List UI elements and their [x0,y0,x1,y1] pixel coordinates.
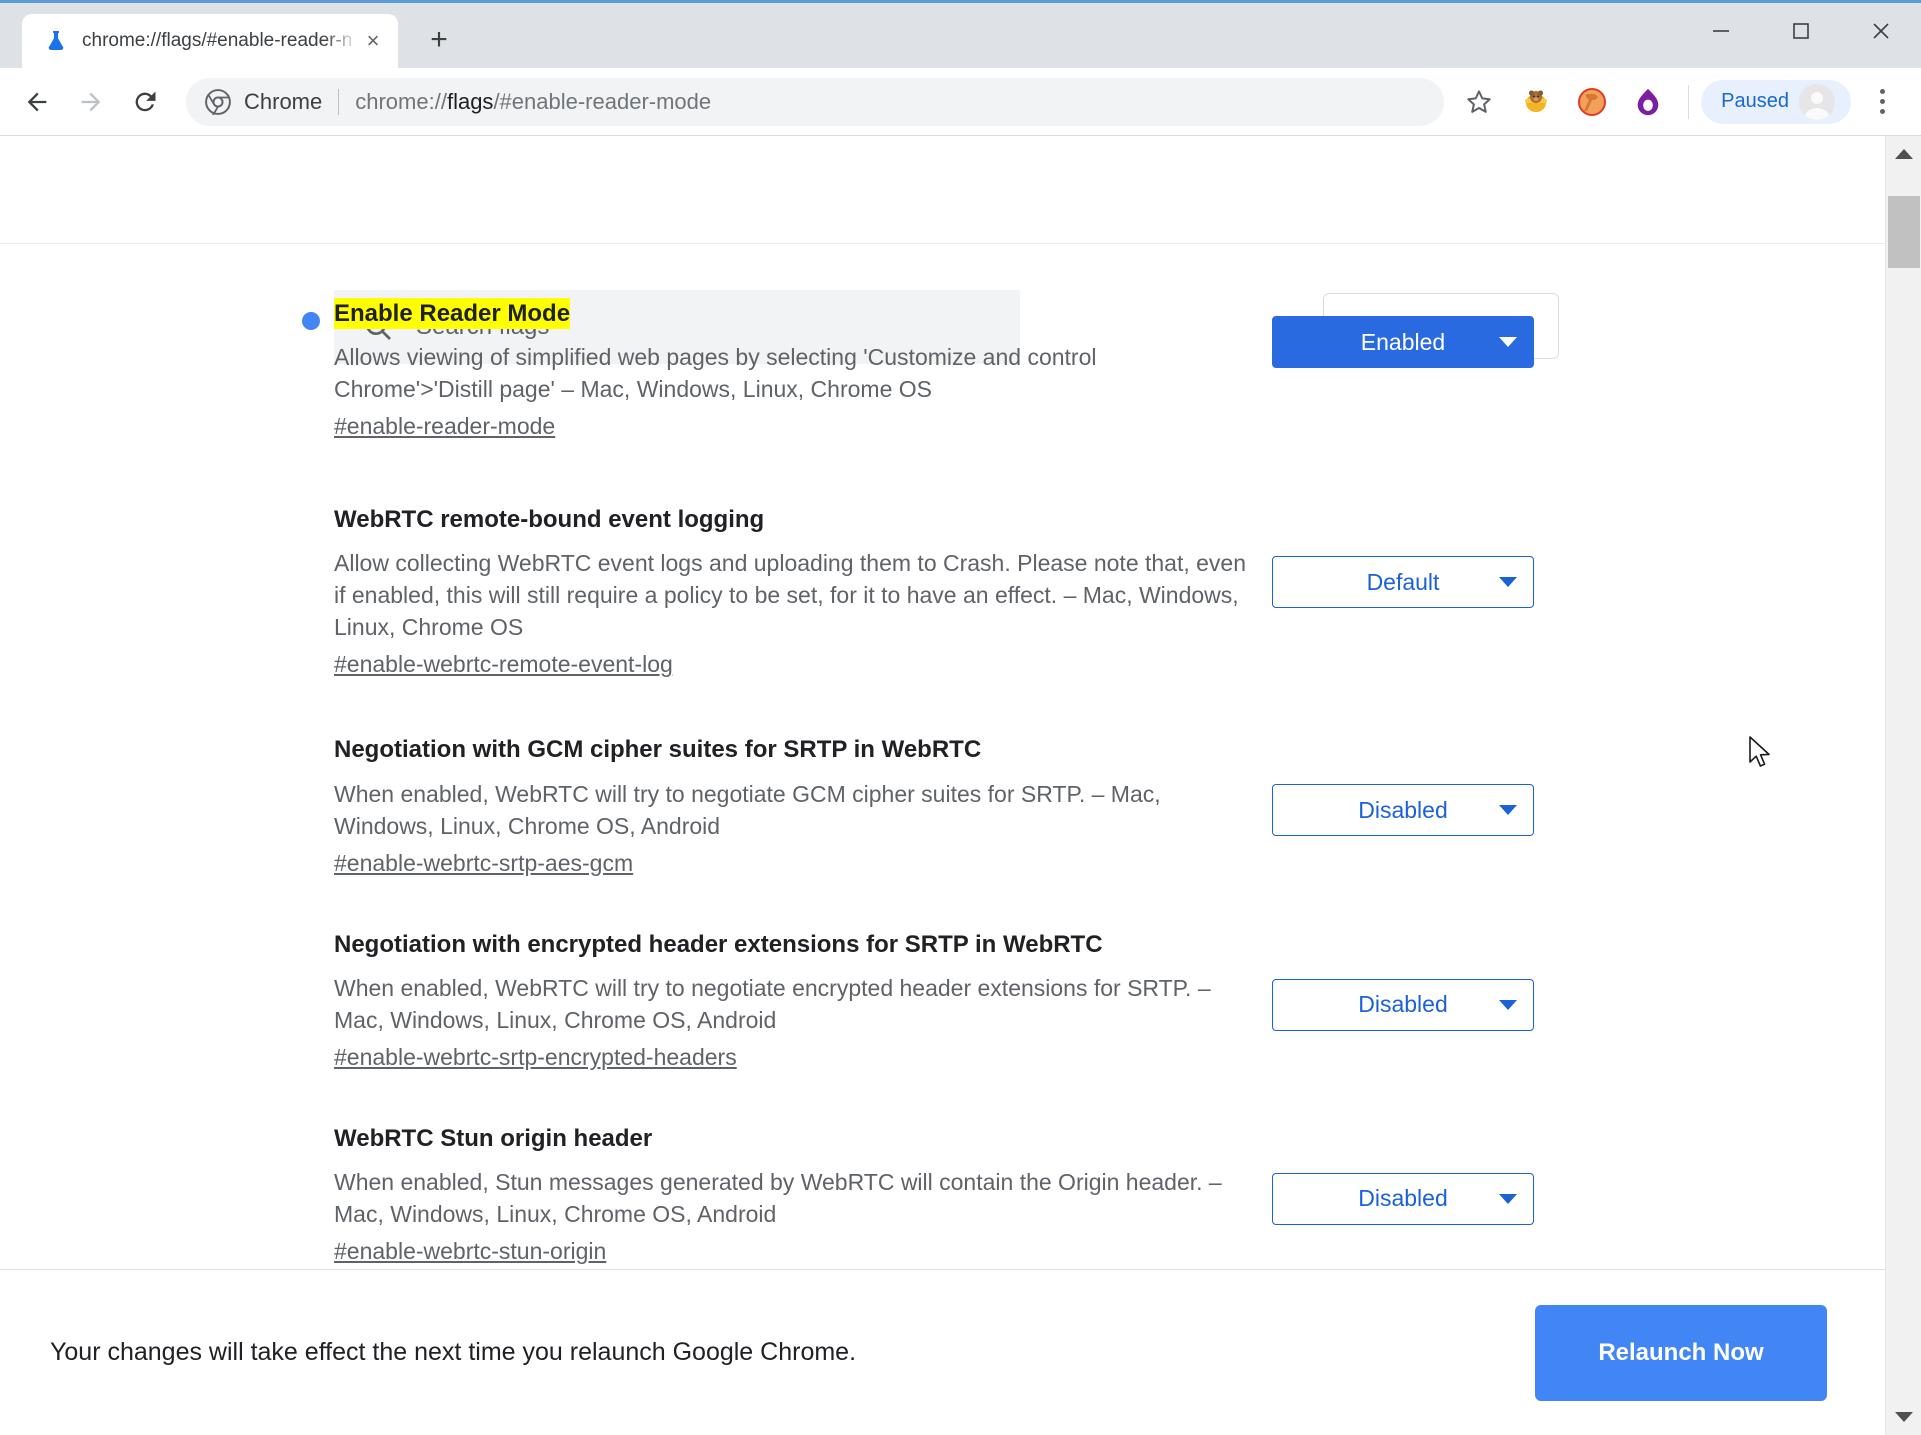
url-path: /#enable-reader-mode [493,88,712,114]
flag-description: When enabled, Stun messages generated by… [334,1168,1222,1227]
omnibox-divider [338,88,340,115]
chrome-logo-icon [204,88,232,116]
flag-state-value: Disabled [1358,991,1448,1018]
flag-entry: WebRTC Stun origin header When enabled, … [0,1123,1885,1265]
flag-state-select[interactable]: Disabled [1272,784,1534,837]
relaunch-now-button[interactable]: Relaunch Now [1535,1304,1827,1401]
scrollbar-thumb[interactable] [1888,196,1920,268]
flag-description: When enabled, WebRTC will try to negotia… [334,974,1211,1033]
flag-state-select[interactable]: Default [1272,556,1534,609]
flag-state-value: Disabled [1358,796,1448,823]
tab-title: chrome://flags/#enable-reader-n [82,30,353,51]
relaunch-bar: Your changes will take effect the next t… [0,1269,1885,1435]
flag-permalink[interactable]: #enable-webrtc-srtp-aes-gcm [334,850,633,877]
flag-entry: Negotiation with GCM cipher suites for S… [0,734,1885,876]
avatar [1799,83,1835,120]
flag-entry: WebRTC remote-bound event logging Allow … [0,504,1885,678]
new-tab-button[interactable]: + [416,17,462,63]
flag-title: Negotiation with encrypted header extens… [334,930,1103,958]
flag-state-select[interactable]: Disabled [1272,978,1534,1031]
profile-status-label: Paused [1721,90,1789,112]
flag-entry: Negotiation with encrypted header extens… [0,929,1885,1071]
toolbar-divider [1688,84,1690,119]
chevron-down-icon [1499,1193,1517,1204]
maximize-button[interactable] [1761,3,1841,59]
chrome-flags-page: Search flags Reset all to default Enable… [0,136,1885,1435]
beaker-icon [44,29,68,53]
flag-state-select[interactable]: Disabled [1272,1172,1534,1225]
omnibox-chip-label: Chrome [244,88,323,114]
flag-permalink[interactable]: #enable-webrtc-srtp-encrypted-headers [334,1044,737,1071]
back-button[interactable] [10,75,64,129]
flag-title: Enable Reader Mode [334,298,571,330]
minimize-button[interactable] [1681,3,1761,59]
flag-state-value: Default [1366,568,1440,595]
flag-description: When enabled, WebRTC will try to negotia… [334,780,1161,839]
flag-description: Allows viewing of simplified web pages b… [334,344,1097,403]
flag-permalink[interactable]: #enable-reader-mode [334,413,555,440]
chrome-menu-button[interactable] [1859,77,1905,127]
url-scheme: chrome:// [355,88,447,114]
flag-control: Enabled [1272,298,1572,440]
flag-title: WebRTC remote-bound event logging [334,506,765,534]
chevron-down-icon [1499,805,1517,816]
close-button[interactable] [1841,3,1921,59]
flag-control: Disabled [1272,929,1572,1071]
flag-control: Disabled [1272,1123,1572,1265]
scroll-down-button[interactable] [1886,1399,1921,1435]
menu-dot [1879,99,1885,104]
menu-dot [1879,109,1885,114]
flag-state-select[interactable]: Enabled [1272,316,1534,368]
chevron-down-icon [1895,1412,1913,1422]
chevron-down-icon [1499,577,1517,588]
flag-description: Allow collecting WebRTC event logs and u… [334,550,1247,641]
url-host: flags [446,88,494,114]
tab-close-icon[interactable]: × [358,26,388,56]
forward-button[interactable] [64,75,118,129]
flag-permalink[interactable]: #enable-webrtc-stun-origin [334,1238,606,1265]
browser-toolbar: Chrome chrome://flags/#enable-reader-mod… [0,68,1921,136]
flag-permalink[interactable]: #enable-webrtc-remote-event-log [334,651,673,678]
hammer-extension-icon[interactable] [1569,79,1615,125]
flag-title: WebRTC Stun origin header [334,1124,653,1152]
omnibox-url: chrome://flags/#enable-reader-mode [355,89,1430,115]
chevron-down-icon [1499,337,1517,347]
flag-text-block: WebRTC remote-bound event logging Allow … [334,504,1272,678]
honey-extension-icon[interactable] [1513,79,1559,125]
flag-title: Negotiation with GCM cipher suites for S… [334,736,982,764]
page-scrollbar[interactable] [1885,136,1921,1435]
flag-entry: Enable Reader Mode Allows viewing of sim… [0,298,1885,440]
browser-window: chrome://flags/#enable-reader-n × + Chro… [0,0,1921,1435]
flag-control: Default [1272,504,1572,678]
address-bar[interactable]: Chrome chrome://flags/#enable-reader-mod… [186,77,1445,126]
ring-extension-icon[interactable] [1625,79,1671,125]
menu-dot [1879,89,1885,94]
tab-strip: chrome://flags/#enable-reader-n × + [0,0,1921,68]
chevron-up-icon [1895,149,1913,159]
flag-state-value: Enabled [1360,328,1446,355]
flag-state-value: Disabled [1358,1185,1448,1212]
relaunch-message: Your changes will take effect the next t… [50,1338,857,1366]
star-icon[interactable] [1456,79,1502,125]
flag-text-block: WebRTC Stun origin header When enabled, … [334,1123,1272,1265]
flag-changed-indicator-icon [302,312,320,330]
flag-text-block: Negotiation with GCM cipher suites for S… [334,734,1272,876]
flag-control: Disabled [1272,734,1572,876]
browser-tab[interactable]: chrome://flags/#enable-reader-n × [22,14,398,68]
reload-button[interactable] [118,75,172,129]
flags-list: Enable Reader Mode Allows viewing of sim… [0,298,1885,1265]
window-controls [1681,3,1921,59]
flag-text-block: Enable Reader Mode Allows viewing of sim… [334,298,1272,440]
flags-header [0,136,1885,244]
scroll-up-button[interactable] [1886,136,1921,172]
flag-text-block: Negotiation with encrypted header extens… [334,929,1272,1071]
page-viewport: Search flags Reset all to default Enable… [0,136,1921,1435]
profile-button[interactable]: Paused [1701,79,1851,124]
chevron-down-icon [1499,999,1517,1010]
